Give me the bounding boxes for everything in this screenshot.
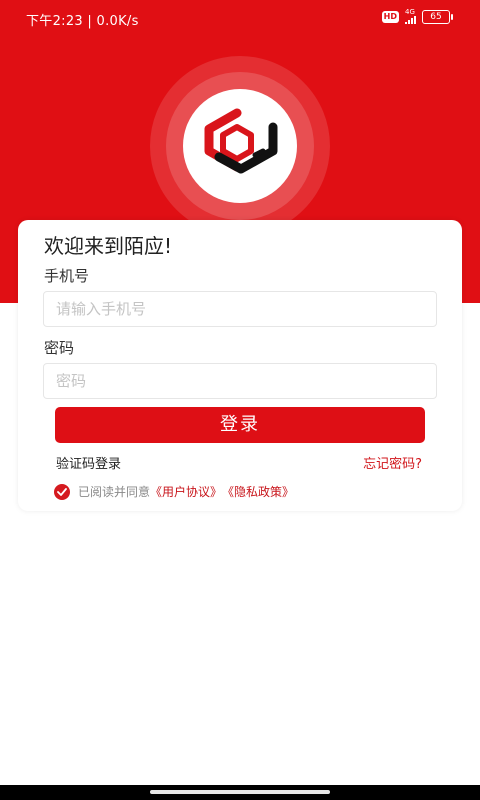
app-logo-icon [204, 108, 278, 174]
signal-icon: 4G [405, 9, 416, 24]
welcome-title: 欢迎来到陌应! [44, 234, 173, 258]
forgot-password-link[interactable]: 忘记密码? [363, 453, 422, 472]
password-label: 密码 [44, 339, 75, 357]
app-logo [183, 89, 297, 203]
agreement-prefix: 已阅读并同意 [78, 485, 151, 499]
status-icons: HD 4G 65 [381, 9, 453, 24]
status-time-speed: 下午2:23 | 0.0K/s [26, 14, 139, 29]
password-input[interactable] [44, 364, 426, 398]
agreement-checkbox[interactable] [54, 483, 70, 500]
privacy-policy-link[interactable]: 《隐私政策》 [222, 483, 294, 500]
login-button[interactable]: 登录 [55, 407, 425, 443]
hd-badge: HD [381, 10, 399, 23]
sms-login-link[interactable]: 验证码登录 [56, 453, 121, 472]
password-field[interactable] [43, 363, 437, 399]
agreement-row: 已阅读并同意 《用户协议》 《隐私政策》 [54, 483, 294, 500]
phone-input[interactable] [44, 292, 426, 326]
home-indicator[interactable] [150, 790, 330, 794]
phone-field[interactable] [43, 291, 437, 327]
battery-icon: 65 [422, 9, 453, 24]
login-card: 欢迎来到陌应! 手机号 密码 登录 验证码登录 忘记密码? 已阅读并同意 《用户… [18, 220, 462, 511]
phone-label: 手机号 [44, 267, 90, 285]
user-agreement-link[interactable]: 《用户协议》 [150, 483, 222, 500]
checkmark-icon [57, 487, 67, 496]
network-type: 4G [405, 8, 415, 16]
status-bar: 下午2:23 | 0.0K/s HD 4G 65 [0, 0, 480, 36]
battery-level: 65 [430, 11, 442, 22]
